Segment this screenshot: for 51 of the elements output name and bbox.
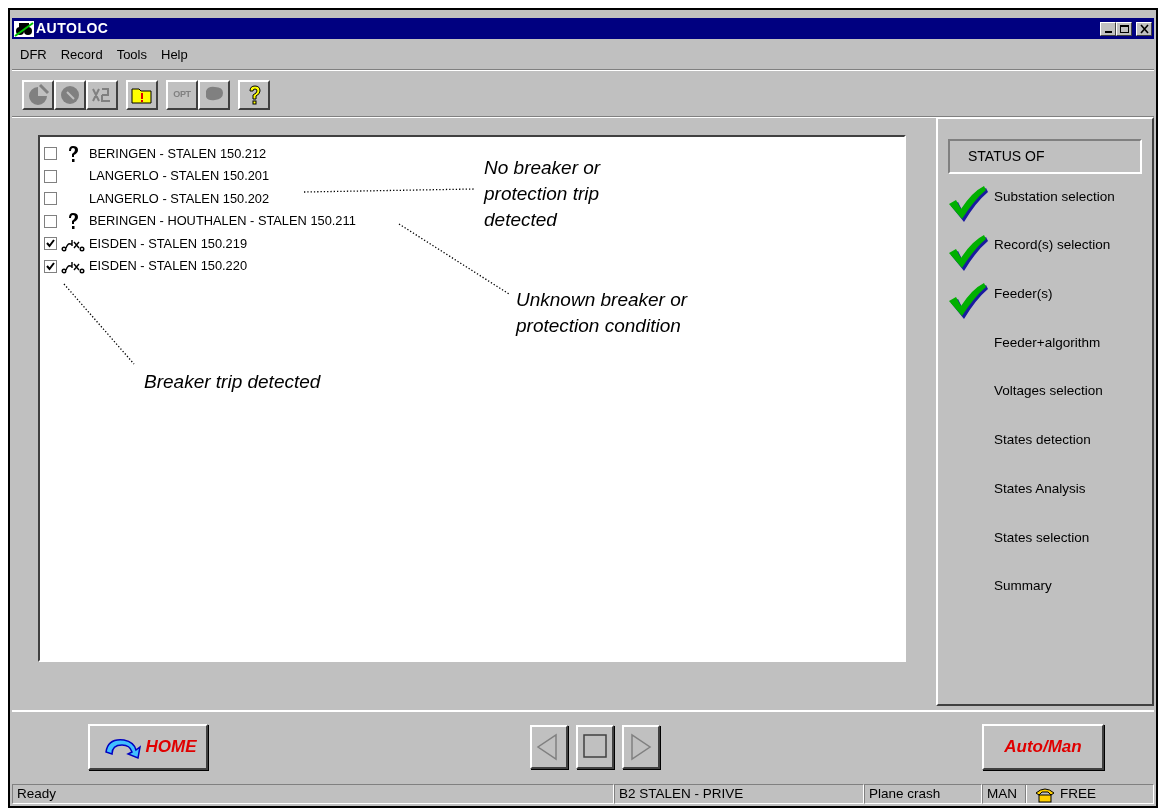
folder-button[interactable] — [126, 79, 158, 110]
question-mark-icon — [67, 212, 79, 231]
close-button[interactable] — [1136, 21, 1152, 36]
status-message: Ready — [12, 784, 614, 804]
step-label: Voltages selection — [994, 382, 1103, 401]
close-icon — [1138, 23, 1150, 34]
app-logo-icon — [14, 20, 34, 37]
checkbox[interactable] — [44, 192, 57, 206]
step-label: Substation selection — [994, 187, 1115, 206]
step-label: Record(s) selection — [994, 236, 1111, 255]
minimize-icon — [1104, 30, 1112, 33]
previous-button[interactable] — [530, 725, 568, 769]
status-heading: STATUS OF — [948, 138, 1142, 174]
menu-item[interactable]: Record — [60, 45, 103, 65]
annotation-text: Breaker trip detected — [144, 369, 322, 394]
feeder-name[interactable]: BERINGEN - HOUTHALEN - STALEN 150.211 — [89, 211, 356, 232]
next-button[interactable] — [622, 725, 660, 769]
telephone-icon — [1034, 785, 1056, 803]
checkbox[interactable] — [44, 169, 57, 183]
step-label: Summary — [994, 577, 1052, 596]
feeder-name[interactable]: EISDEN - STALEN 150.219 — [89, 233, 247, 254]
checkbox[interactable] — [44, 259, 57, 273]
menu-item[interactable]: DFR — [20, 45, 47, 65]
maximize-icon — [1118, 23, 1130, 34]
menu-item[interactable]: Tools — [116, 45, 147, 65]
substation-pane: B2 STALEN - PRIVE — [614, 784, 864, 804]
step-label: Feeder(s) — [994, 285, 1053, 304]
line-status-text: FREE — [1060, 784, 1096, 803]
feeder-name[interactable]: LANGERLO - STALEN 150.202 — [89, 188, 270, 209]
checkbox[interactable] — [44, 214, 57, 228]
feeder-name[interactable]: EISDEN - STALEN 150.220 — [89, 256, 247, 277]
step-label: Feeder+algorithm — [994, 333, 1101, 352]
pie-chart-icon — [26, 82, 50, 107]
feeder-name[interactable]: BERINGEN - STALEN 150.212 — [89, 143, 267, 164]
maximize-button[interactable] — [1116, 21, 1132, 36]
question-mark-icon — [67, 144, 79, 163]
checkbox[interactable] — [44, 237, 57, 251]
annotation-text: Unknown breaker or protection condition — [516, 287, 689, 338]
stop-button[interactable] — [576, 725, 614, 769]
minimize-button[interactable] — [1100, 21, 1116, 36]
annotation-text: No breaker or protection trip detected — [484, 155, 602, 232]
window-title: AUTOLOC — [36, 19, 109, 38]
menu-item[interactable]: Help — [161, 45, 188, 65]
help-button[interactable] — [238, 79, 270, 110]
step-label: States Analysis — [994, 479, 1086, 498]
checkbox[interactable] — [44, 147, 57, 161]
mode-text: MAN — [987, 784, 1017, 803]
event-pane: Plane crash — [864, 784, 982, 804]
feeder-name[interactable]: LANGERLO - STALEN 150.201 — [89, 166, 270, 187]
step-label: States detection — [994, 431, 1091, 450]
step-label: States selection — [994, 528, 1090, 547]
